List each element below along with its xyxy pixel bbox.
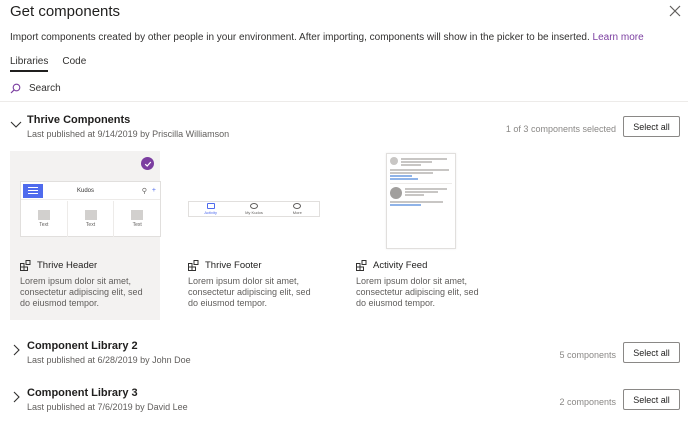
tab-libraries[interactable]: Libraries (10, 56, 49, 72)
footer-preview: Activity My Kudos More (188, 201, 320, 217)
component-icon (356, 260, 367, 271)
component-card-activity-feed[interactable]: Activity Feed Lorem ipsum dolor sit amet… (346, 151, 496, 320)
library-count: 1 of 3 components selected (505, 124, 616, 134)
chevron-right-icon[interactable] (10, 391, 22, 403)
footer-tab: My Kudos (232, 202, 275, 216)
search-icon: ⚲ (141, 187, 147, 195)
library-component-library-2: Component Library 2 Last published at 6/… (10, 340, 680, 370)
divider (0, 101, 688, 102)
component-icon (20, 260, 31, 271)
dialog-title: Get components (10, 3, 121, 20)
library-name[interactable]: Component Library 2 (27, 340, 138, 352)
component-preview: Kudos ⚲ + Text Text Text (10, 151, 161, 251)
preview-tile: Text (68, 201, 115, 237)
chevron-down-icon[interactable] (10, 118, 22, 130)
library-meta: Last published at 7/6/2019 by David Lee (27, 402, 188, 412)
image-icon (84, 210, 97, 220)
hamburger-icon (23, 183, 43, 198)
component-title: Thrive Footer (188, 260, 262, 271)
component-description: Lorem ipsum dolor sit amet, consectetur … (20, 276, 143, 308)
activity-icon (206, 203, 215, 209)
preview-tile: Text (21, 201, 68, 237)
avatar (390, 157, 398, 165)
component-icon (188, 260, 199, 271)
component-card-thrive-header[interactable]: Kudos ⚲ + Text Text Text Thrive Header L… (10, 151, 161, 320)
image-icon (37, 210, 50, 220)
component-title: Activity Feed (356, 260, 427, 271)
select-all-button[interactable]: Select all (623, 389, 680, 410)
plus-icon: + (151, 186, 156, 194)
avatar (390, 187, 402, 199)
search-box[interactable]: Search (10, 83, 61, 94)
image-icon (131, 210, 144, 220)
tab-code[interactable]: Code (62, 56, 86, 72)
component-description: Lorem ipsum dolor sit amet, consectetur … (188, 276, 311, 308)
dialog-subtitle: Import components created by other peopl… (10, 32, 644, 43)
component-title: Thrive Header (20, 260, 97, 271)
library-count: 2 components (559, 397, 616, 407)
library-component-library-3: Component Library 3 Last published at 7/… (10, 387, 680, 417)
checkmark-icon[interactable] (141, 157, 154, 170)
chevron-right-icon[interactable] (10, 344, 22, 356)
library-count: 5 components (559, 350, 616, 360)
preview-title: Kudos (77, 187, 95, 194)
person-icon (249, 203, 258, 209)
select-all-button[interactable]: Select all (623, 342, 680, 363)
library-meta: Last published at 6/28/2019 by John Doe (27, 355, 191, 365)
activity-feed-preview (386, 153, 456, 249)
library-thrive-components: Thrive Components Last published at 9/14… (10, 114, 680, 144)
library-meta: Last published at 9/14/2019 by Priscilla… (27, 129, 230, 139)
footer-tab: Activity (189, 202, 232, 216)
more-icon (293, 203, 302, 209)
tab-bar: Libraries Code (10, 56, 86, 72)
subtitle-text: Import components created by other peopl… (10, 32, 590, 43)
component-preview: Activity My Kudos More (178, 151, 328, 251)
close-icon[interactable] (668, 4, 682, 18)
search-icon (10, 83, 21, 94)
library-name[interactable]: Component Library 3 (27, 387, 138, 399)
learn-more-link[interactable]: Learn more (593, 32, 644, 43)
preview-tile: Text (114, 201, 160, 237)
library-name[interactable]: Thrive Components (27, 114, 130, 126)
component-card-thrive-footer[interactable]: Activity My Kudos More Thrive Footer Lor… (178, 151, 328, 320)
footer-tab: More (276, 202, 319, 216)
select-all-button[interactable]: Select all (623, 116, 680, 137)
component-description: Lorem ipsum dolor sit amet, consectetur … (356, 276, 479, 308)
component-preview (346, 151, 496, 251)
search-placeholder: Search (29, 83, 61, 94)
header-preview: Kudos ⚲ + Text Text Text (20, 181, 161, 237)
